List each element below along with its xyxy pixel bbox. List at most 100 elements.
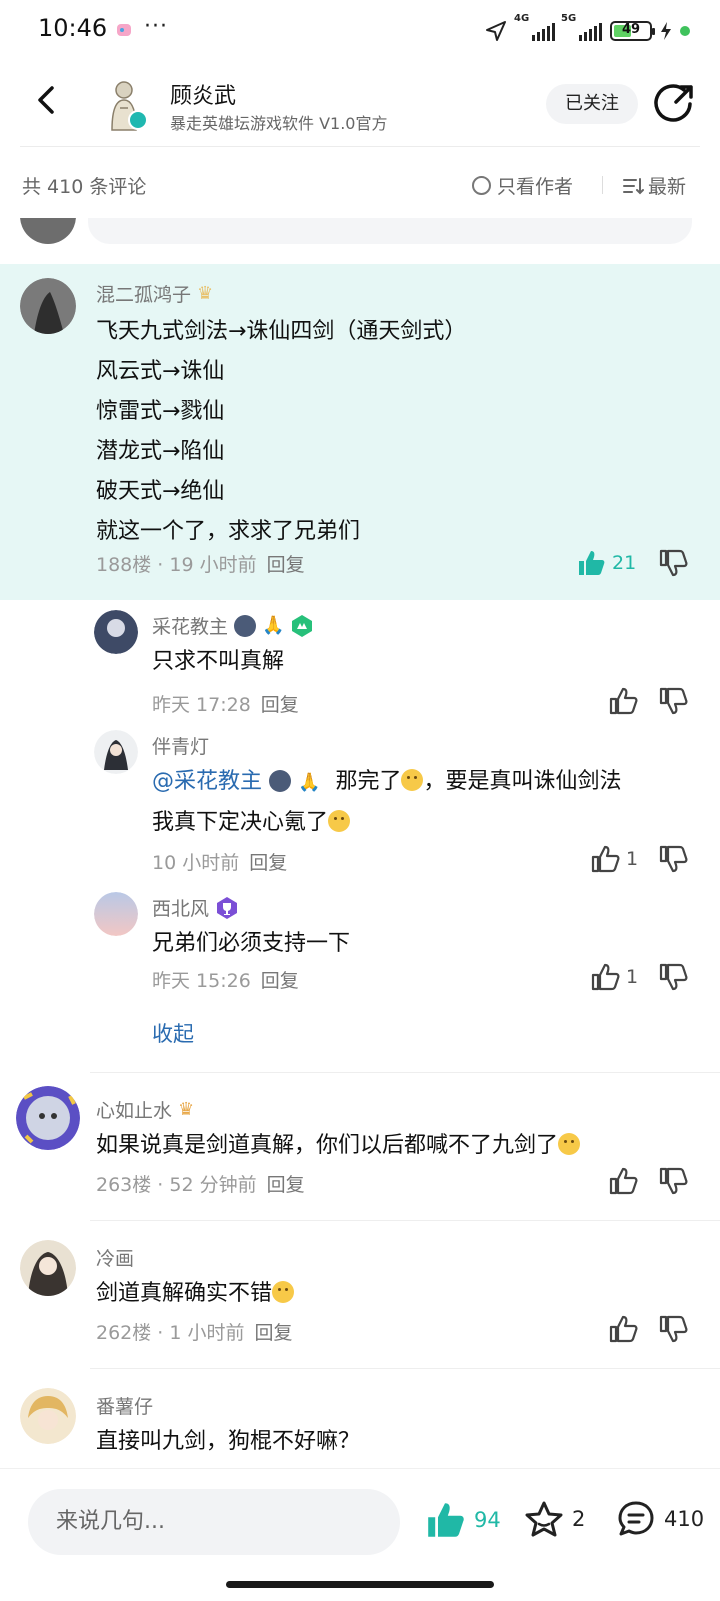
avatar[interactable] (94, 892, 138, 936)
author-only-label: 只看作者 (497, 176, 574, 198)
avatar[interactable] (20, 218, 76, 244)
like-count: 1 (626, 966, 639, 988)
follow-button[interactable]: 已关注 (546, 84, 638, 124)
home-indicator[interactable] (226, 1581, 494, 1588)
level-badge-icon (292, 614, 313, 637)
thumbs-down-icon[interactable] (658, 1166, 688, 1196)
thumbs-up-icon (591, 963, 620, 991)
like-button[interactable]: 21 (576, 548, 636, 578)
thumbs-down-icon[interactable] (658, 844, 688, 874)
comment-username[interactable]: 番薯仔 (96, 1392, 153, 1419)
divider (90, 1072, 720, 1073)
like-count: 21 (612, 552, 637, 574)
comment-total: 410 (664, 1507, 705, 1531)
post-like-count: 94 (474, 1508, 501, 1532)
emoji-icon (401, 769, 424, 791)
avatar[interactable] (20, 278, 76, 334)
status-time: 10:46 (38, 14, 108, 42)
reply-username[interactable]: 采花教主 🙏 (152, 612, 314, 639)
comment-body: 飞天九式剑法→诛仙四剑（通天剑式） 风云式→诛仙 惊雷式→戮仙 潜龙式→陷仙 破… (96, 319, 467, 544)
signal-4g-icon: 4G (514, 13, 555, 41)
thumbs-up-icon[interactable] (608, 686, 638, 716)
author-subtitle: 暴走英雄坛游戏软件 V1.0官方 (170, 114, 388, 133)
avatar[interactable] (94, 730, 138, 774)
favorite-button[interactable]: 2 (524, 1499, 585, 1539)
pray-emoji-icon: 🙏 (262, 615, 285, 636)
thumbs-down-icon[interactable] (658, 962, 688, 992)
sort-label: 最新 (648, 176, 687, 198)
comment-input[interactable]: 来说几句... (28, 1489, 400, 1555)
avatar[interactable] (20, 1240, 76, 1296)
post-like-button[interactable]: 94 (424, 1499, 501, 1541)
thumbs-down-icon[interactable] (658, 686, 688, 716)
privacy-dot-icon (680, 26, 690, 36)
reply-meta: 昨天 15:26 回复 (152, 970, 299, 992)
bottom-action-bar: 来说几句... 94 2 410 (0, 1468, 720, 1601)
mention-link[interactable]: @采花教主 (152, 769, 262, 794)
divider (90, 1368, 720, 1369)
share-icon[interactable] (654, 82, 696, 124)
author-only-toggle[interactable]: 只看作者 (472, 172, 573, 199)
radio-icon (472, 176, 491, 195)
thumbs-up-icon[interactable] (608, 1166, 638, 1196)
reply-button[interactable]: 回复 (255, 1322, 293, 1344)
signal-5g-icon: 5G (561, 13, 602, 41)
crown-badge-icon: ♛ (197, 283, 214, 304)
reply-button[interactable]: 回复 (261, 970, 299, 992)
highlighted-comment[interactable]: 混二孤鸿子 ♛ 飞天九式剑法→诛仙四剑（通天剑式） 风云式→诛仙 惊雷式→戮仙 … (0, 264, 720, 600)
comment-icon (618, 1501, 654, 1536)
post-header: 顾炎武 暴走英雄坛游戏软件 V1.0官方 已关注 (0, 62, 720, 148)
moon-emoji-icon (234, 614, 257, 637)
sort-icon (623, 177, 644, 194)
verified-badge-icon (128, 110, 148, 130)
thumbs-up-icon (428, 1503, 464, 1537)
reply-meta: 10 小时前 回复 (152, 852, 288, 874)
reply-button[interactable]: 回复 (267, 554, 305, 576)
comment-meta: 188楼 · 19 小时前 回复 (96, 554, 305, 576)
reply-meta: 昨天 17:28 回复 (152, 694, 299, 716)
thumbs-up-icon[interactable] (608, 1314, 638, 1344)
thumbs-up-icon (579, 551, 605, 575)
emoji-icon (272, 1281, 295, 1303)
toolbar-separator (602, 176, 603, 194)
comment-count: 共 410 条评论 (22, 176, 147, 198)
reply-button[interactable]: 回复 (261, 694, 299, 716)
avatar[interactable] (20, 1388, 76, 1444)
star-icon (525, 1501, 563, 1537)
reply-body: 只求不叫真解 (152, 649, 285, 674)
trophy-badge-icon (217, 896, 238, 919)
comment-button[interactable]: 410 (616, 1499, 704, 1539)
charging-icon (661, 22, 671, 40)
battery-icon: 49 (610, 21, 655, 41)
comment-username[interactable]: 混二孤鸿子 ♛ (96, 280, 213, 307)
previous-comment-tail (0, 218, 720, 262)
comment-meta: 262楼 · 1 小时前 回复 (96, 1322, 293, 1344)
collapse-replies-button[interactable]: 收起 (152, 1018, 194, 1048)
pray-emoji-icon: 🙏 (298, 772, 321, 793)
back-icon[interactable] (28, 80, 68, 120)
reply-button[interactable]: 回复 (249, 852, 287, 874)
emoji-icon (558, 1133, 581, 1155)
thumbs-down-icon[interactable] (658, 548, 688, 578)
comment-username[interactable]: 冷画 (96, 1244, 134, 1271)
like-button[interactable]: 1 (590, 962, 638, 992)
comment-body: 直接叫九剑，狗棍不好嘛？ (96, 1429, 361, 1454)
reply-username[interactable]: 伴青灯 (152, 732, 209, 759)
avatar[interactable] (94, 610, 138, 654)
comment-meta: 263楼 · 52 分钟前 回复 (96, 1174, 305, 1196)
notification-icon (117, 24, 131, 36)
like-button[interactable]: 1 (590, 844, 638, 874)
comment-body: 如果说真是剑道真解，你们以后都喊不了九剑了 (96, 1126, 581, 1166)
reply-button[interactable]: 回复 (267, 1174, 305, 1196)
comment-body: 剑道真解确实不错 (96, 1274, 295, 1314)
avatar[interactable] (16, 1086, 80, 1150)
comment-username[interactable]: 心如止水 ♛ (96, 1096, 194, 1123)
divider (90, 1220, 720, 1221)
author-name[interactable]: 顾炎武 (170, 78, 236, 110)
thumbs-down-icon[interactable] (658, 1314, 688, 1344)
reply-preview-box[interactable] (88, 218, 692, 244)
reply-body: @采花教主 🙏 那完了 ，要是真叫诛仙剑法 我真下定决心氪了 (152, 762, 621, 843)
reply-body: 兄弟们必须支持一下 (152, 931, 351, 956)
reply-username[interactable]: 西北风 (152, 894, 239, 921)
sort-button[interactable]: 最新 (622, 172, 686, 199)
